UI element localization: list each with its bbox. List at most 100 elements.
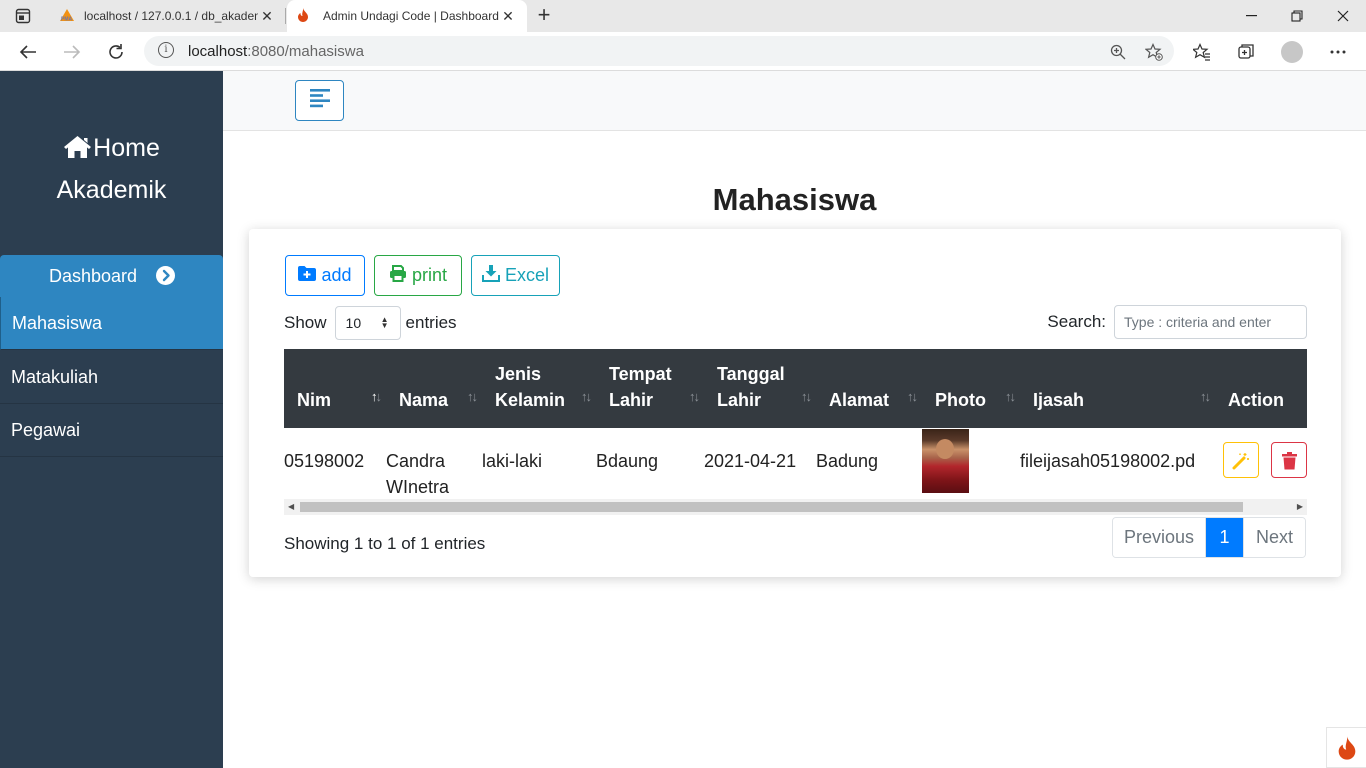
search-label: Search: [1047,312,1106,331]
edit-button[interactable] [1223,442,1259,478]
search-input[interactable] [1114,305,1307,339]
column-header-photo[interactable]: Photo ↑↓ [922,349,1020,428]
table-header-row: Nim ↑↓ Nama ↑↓ Jenis Kelamin ↑↓ Tempat Lahi… [284,349,1307,428]
address-bar[interactable]: i localhost:8080/mahasiswa [144,36,1174,66]
brand-line-2: Akademik [56,176,167,204]
sidebar-item-label: Pegawai [11,419,81,440]
profile-avatar-icon[interactable] [1279,39,1305,65]
sidebar-item-pegawai[interactable]: Pegawai [0,404,223,457]
sidebar-item-label: Matakuliah [11,366,99,387]
header-label: Jenis Kelamin [495,364,566,410]
sidebar: Home Akademik Dashboard Mahasiswa Mataku… [0,71,223,768]
svg-text:PMA: PMA [61,16,73,22]
header-label: Tempat Lahir [609,364,672,410]
header-label: Nim [297,390,332,410]
column-header-nim[interactable]: Nim ↑↓ [284,349,386,428]
print-button[interactable]: print [374,255,462,296]
url-text: localhost:8080/mahasiswa [188,43,364,60]
folder-plus-icon [298,265,317,286]
scroll-left-icon[interactable]: ◀ [288,502,294,511]
forward-arrow-icon[interactable] [58,39,86,65]
sort-icon: ↑↓ [907,389,918,404]
tab-actions-icon[interactable] [8,5,38,27]
column-header-ijasah[interactable]: Ijasah ↑↓ [1020,349,1215,428]
column-header-alamat[interactable]: Alamat ↑↓ [816,349,922,428]
page-length-select[interactable]: 10 ▲ ▼ [334,305,401,340]
favorites-icon[interactable] [1189,39,1215,65]
page-length-value: 10 [345,314,362,331]
column-header-tanggal-lahir[interactable]: Tanggal Lahir ↑↓ [704,349,816,428]
magic-wand-icon [1232,451,1250,477]
url-host: localhost [188,43,248,60]
header-label: Alamat [829,390,890,410]
add-favorite-icon[interactable] [1144,42,1164,62]
download-icon [481,264,500,287]
browser-tab-phpmyadmin[interactable]: PMA localhost / 127.0.0.1 / db_akadem ✕ [48,0,286,32]
home-icon [63,132,92,171]
printer-icon [389,264,407,287]
mahasiswa-card: add print Excel Show 10 ▲ ▼ entries Searc… [249,229,1341,577]
back-arrow-icon[interactable] [14,39,42,65]
cell-alamat: Badung [816,451,879,471]
header-label: Photo [935,390,986,410]
address-toolbar: i localhost:8080/mahasiswa [0,32,1366,71]
sidebar-item-mahasiswa[interactable]: Mahasiswa [0,297,223,350]
print-label: print [411,265,447,285]
cell-nim: 05198002 [284,451,365,471]
sort-icon: ↑↓ [1005,389,1016,404]
new-tab-icon[interactable]: + [532,4,556,28]
cell-jenis-kelamin: laki-laki [482,451,543,471]
zoom-icon[interactable] [1108,42,1128,62]
scrollbar-thumb[interactable] [300,502,1243,512]
align-left-icon [309,88,331,113]
collections-icon[interactable] [1233,39,1259,65]
column-header-tempat-lahir[interactable]: Tempat Lahir ↑↓ [596,349,704,428]
site-info-icon[interactable]: i [158,42,174,58]
minimize-icon[interactable] [1228,0,1274,32]
dashboard-label: Dashboard [49,265,138,286]
excel-export-button[interactable]: Excel [471,255,560,296]
brand-line-1: Home [93,134,160,162]
sort-icon: ↑↓ [689,389,700,404]
close-window-icon[interactable] [1320,0,1366,32]
header-label: Nama [399,390,449,410]
column-header-nama[interactable]: Nama ↑↓ [386,349,482,428]
sidebar-item-matakuliah[interactable]: Matakuliah [0,351,223,404]
close-tab-icon[interactable]: ✕ [499,8,517,25]
cell-ijasah[interactable]: fileijasah05198002.pd [1020,428,1215,499]
table-container: Nim ↑↓ Nama ↑↓ Jenis Kelamin ↑↓ Tempat Lahi… [284,349,1307,499]
table-info: Showing 1 to 1 of 1 entries [284,534,486,553]
more-menu-icon[interactable] [1325,39,1351,65]
cell-tempat-lahir: Bdaung [596,451,659,471]
scroll-right-icon[interactable]: ▶ [1297,502,1303,511]
horizontal-scrollbar[interactable]: ◀ ▶ [284,499,1307,515]
reload-icon[interactable] [102,39,130,65]
codeigniter-debug-icon[interactable] [1326,727,1366,768]
header-label: Tanggal Lahir [717,364,785,410]
add-button[interactable]: add [285,255,365,296]
sort-asc-icon: ↑↓ [371,389,382,404]
delete-button[interactable] [1271,442,1307,478]
student-photo [922,429,969,493]
top-navbar [223,71,1366,131]
previous-page-button[interactable]: Previous [1113,518,1206,557]
column-header-jenis-kelamin[interactable]: Jenis Kelamin ↑↓ [482,349,596,428]
restore-icon[interactable] [1274,0,1320,32]
sort-icon: ↑↓ [801,389,812,404]
tab-title: Admin Undagi Code | Dashboard [323,9,499,23]
chevron-right-circle-icon [156,266,175,285]
trash-icon [1282,451,1297,477]
sidebar-brand[interactable]: Home Akademik [0,129,223,210]
page-1-button[interactable]: 1 [1206,518,1243,557]
browser-tabstrip: PMA localhost / 127.0.0.1 / db_akadem ✕ … [0,0,1366,32]
next-page-button[interactable]: Next [1243,518,1305,557]
page-length-control: Show 10 ▲ ▼ entries [284,305,457,340]
sidebar-dashboard-button[interactable]: Dashboard [0,255,223,297]
sidebar-toggle-button[interactable] [295,80,344,121]
table-row: 05198002 Candra WInetra laki-laki Bdaung… [284,428,1307,499]
close-tab-icon[interactable]: ✕ [258,8,276,25]
column-header-action: Action [1215,349,1307,428]
select-arrows-icon: ▲ ▼ [380,314,389,330]
header-label: Action [1228,390,1284,410]
browser-tab-dashboard[interactable]: Admin Undagi Code | Dashboard ✕ [287,0,527,32]
